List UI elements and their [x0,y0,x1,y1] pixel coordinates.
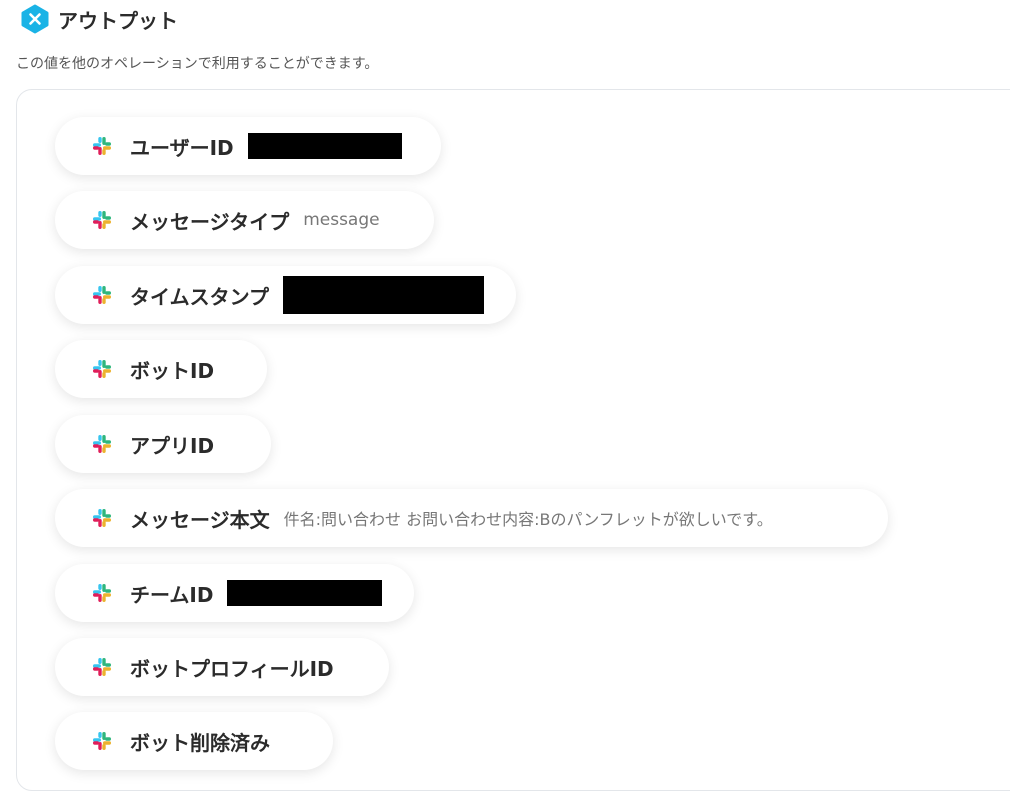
output-value: 件名:問い合わせ お問い合わせ内容:Bのパンフレットが欲しいです。 [283,510,773,529]
slack-icon [93,137,111,155]
output-label: アプリID [130,433,215,458]
slack-icon [93,286,111,304]
output-item-app-id[interactable]: アプリID [55,415,271,473]
slack-icon [93,658,111,676]
output-label: ボットプロフィールID [130,656,334,681]
output-label: ボット削除済み [130,730,270,755]
redacted-value [283,276,484,314]
output-item-team-id[interactable]: チームID [55,564,414,622]
page-title: アウトプット [58,8,178,33]
output-brand-icon [20,4,50,34]
output-label: メッセージタイプ [130,209,290,234]
page-description: この値を他のオペレーションで利用することができます。 [16,56,379,72]
output-header: アウトプット [20,4,178,34]
slack-icon [93,211,111,229]
redacted-value [227,580,382,606]
output-item-timestamp[interactable]: タイムスタンプ [55,266,516,324]
output-label: ユーザーID [130,135,234,160]
slack-icon [93,732,111,750]
output-item-bot-id[interactable]: ボットID [55,340,267,398]
output-label: チームID [130,582,214,607]
slack-icon [93,509,111,527]
output-label: メッセージ本文 [130,507,270,532]
output-item-bot-deleted[interactable]: ボット削除済み [55,712,333,770]
output-value: message [303,210,380,230]
slack-icon [93,435,111,453]
slack-icon [93,360,111,378]
output-item-bot-profile-id[interactable]: ボットプロフィールID [55,638,389,696]
output-item-message-type[interactable]: メッセージタイプ message [55,191,434,249]
output-label: ボットID [130,358,215,383]
redacted-value [247,133,402,159]
output-item-user-id[interactable]: ユーザーID [55,117,441,175]
slack-icon [93,584,111,602]
output-item-message-body[interactable]: メッセージ本文 件名:問い合わせ お問い合わせ内容:Bのパンフレットが欲しいです… [55,489,888,547]
output-label: タイムスタンプ [130,284,269,309]
